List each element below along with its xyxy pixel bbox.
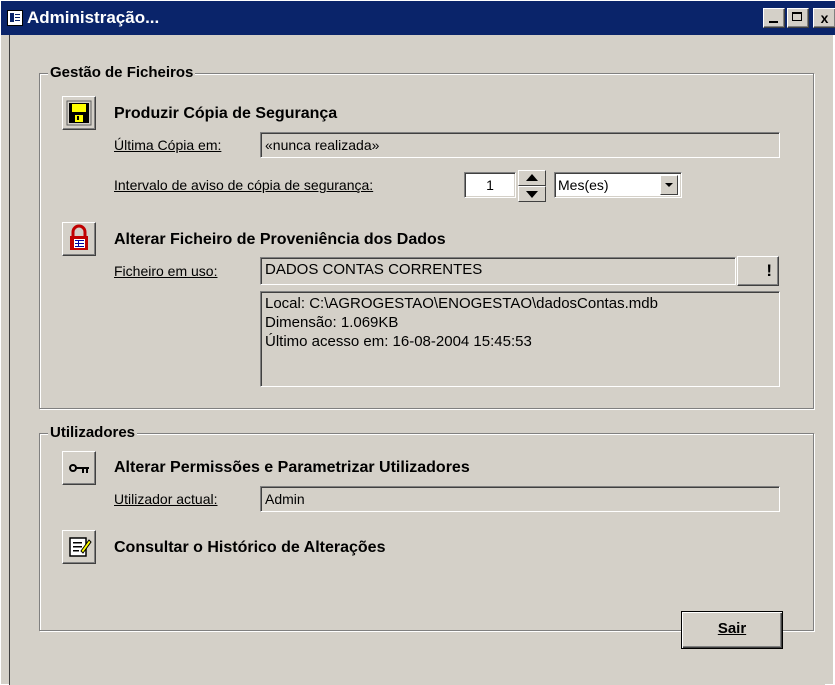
users-legend: Utilizadores [48, 424, 138, 442]
file-last-access: Último acesso em: 16-08-2004 15:45:53 [265, 333, 532, 350]
file-management-group: Gestão de Ficheiros Produzir Cópia de Se… [39, 64, 814, 409]
close-button[interactable]: x [813, 8, 835, 28]
permissions-title[interactable]: Alterar Permissões e Parametrizar Utiliz… [114, 458, 470, 478]
maximize-button[interactable] [787, 8, 809, 28]
interval-unit-select[interactable]: Mes(es) [554, 172, 682, 198]
interval-unit-value: Mes(es) [558, 177, 609, 193]
exit-button[interactable]: Sair [681, 611, 783, 649]
change-source-title[interactable]: Alterar Ficheiro de Proveniência dos Dad… [114, 230, 446, 250]
interval-input[interactable]: 1 [464, 172, 516, 198]
backup-title[interactable]: Produzir Cópia de Segurança [114, 104, 337, 124]
current-user-field: Admin [260, 486, 780, 512]
last-copy-label: Última Cópia em: [114, 137, 222, 153]
history-button[interactable] [62, 530, 96, 564]
admin-window: Administração... x Gestão de Ficheiros P… [0, 0, 835, 685]
chevron-down-icon [665, 183, 673, 187]
file-management-legend: Gestão de Ficheiros [48, 64, 196, 82]
last-copy-field: «nunca realizada» [260, 132, 780, 158]
change-source-button[interactable] [62, 222, 96, 256]
interval-label: Intervalo de aviso de cópia de segurança… [114, 177, 374, 193]
title-bar[interactable]: Administração... x [1, 1, 835, 35]
file-location: Local: C:\AGROGESTAO\ENOGESTAO\dadosCont… [265, 295, 658, 312]
history-title[interactable]: Consultar o Histórico de Alterações [114, 538, 385, 558]
key-icon [69, 464, 89, 473]
users-group: Utilizadores Alterar Permissões e Parame… [39, 424, 814, 631]
dialog-body: Gestão de Ficheiros Produzir Cópia de Se… [10, 35, 825, 685]
database-lock-icon [70, 224, 88, 250]
form-icon [7, 10, 23, 26]
interval-down-button[interactable] [518, 186, 546, 202]
permissions-button[interactable] [62, 451, 96, 485]
interval-unit-dropdown-button[interactable] [660, 175, 678, 195]
arrow-up-icon [526, 174, 538, 181]
builder-wand-icon[interactable]: ! [737, 256, 779, 286]
current-user-label: Utilizador actual: [114, 491, 218, 507]
window-title: Administração... [27, 8, 160, 27]
file-in-use-field: DADOS CONTAS CORRENTES [260, 257, 736, 285]
floppy-disk-icon [66, 100, 92, 126]
minimize-button[interactable] [763, 8, 785, 28]
arrow-down-icon [526, 191, 538, 198]
file-size: Dimensão: 1.069KB [265, 314, 399, 331]
exit-button-label: Sair [717, 620, 747, 637]
backup-button[interactable] [62, 96, 96, 130]
file-details-box: Local: C:\AGROGESTAO\ENOGESTAO\dadosCont… [260, 291, 780, 387]
notepad-pencil-icon [69, 537, 92, 557]
file-in-use-label: Ficheiro em uso: [114, 263, 218, 279]
interval-up-button[interactable] [518, 170, 546, 186]
